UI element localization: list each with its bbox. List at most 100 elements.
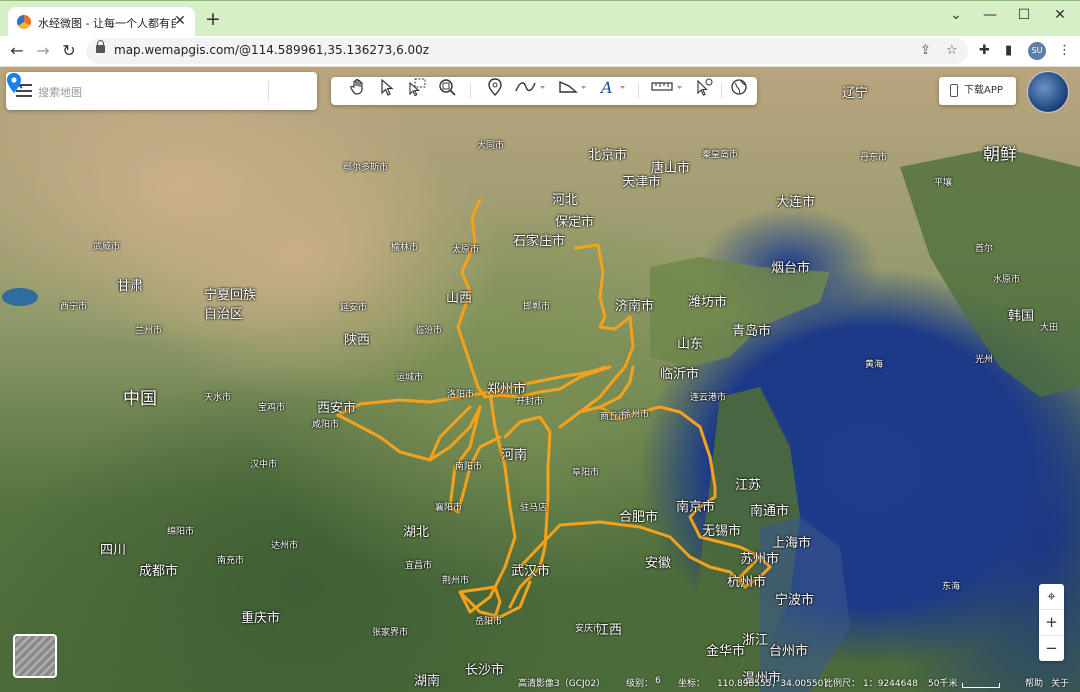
about-link[interactable]: 关于 [1051, 676, 1069, 689]
close-window-button[interactable]: ✕ [1044, 5, 1076, 25]
map-label-city: 金华市 [706, 644, 746, 659]
map-label-province: 河北 [552, 193, 579, 208]
zoom-box-icon[interactable] [437, 77, 457, 97]
polyline-icon[interactable] [514, 77, 546, 97]
map-label-city: 临汾市 [415, 326, 443, 336]
side-panel-icon[interactable]: ▮ [1005, 43, 1012, 58]
globe-icon[interactable] [729, 77, 749, 97]
map-label-city: 西宁市 [60, 302, 88, 312]
map-label-province: 湖北 [403, 525, 430, 540]
text-icon[interactable]: A [599, 77, 629, 97]
map-label-city: 南京市 [676, 500, 716, 515]
download-app-button[interactable]: 下载APP [939, 77, 1016, 105]
map-overlay [2, 147, 1080, 692]
map-search-box [6, 72, 317, 110]
map-label-city: 安庆市 [575, 624, 603, 634]
back-button[interactable]: ← [5, 39, 29, 63]
phone-icon [950, 84, 958, 97]
tab-title: 水经微图 - 让每一个人都有自己 [38, 17, 176, 30]
zoom-out-button[interactable]: − [1039, 636, 1064, 661]
divider [470, 84, 471, 98]
map-label-province: 甘肃 [117, 279, 144, 294]
map-label-city: 鄂尔多斯市 [343, 163, 389, 173]
map-canvas[interactable]: 中国 朝鲜 韩国 黄海 东海 河北 山西 陕西 河南 湖北 湖南 安徽 江苏 山… [0, 67, 1080, 692]
map-label-city: 光州 [975, 355, 994, 365]
browser-toolbar: ← → ↻ map.wemapgis.com/@114.589961,35.13… [0, 36, 1080, 67]
select-icon[interactable] [407, 77, 427, 97]
map-label-city: 唐山市 [651, 161, 691, 176]
map-label-city: 邯郸市 [523, 302, 551, 312]
menu-kebab-icon[interactable]: ⋮ [1058, 43, 1071, 58]
map-label-city: 宁波市 [775, 593, 815, 608]
address-bar[interactable]: map.wemapgis.com/@114.589961,35.136273,6… [86, 38, 968, 64]
map-label-city: 阜阳市 [572, 468, 600, 478]
ruler-icon[interactable] [651, 77, 687, 97]
map-label-city: 上海市 [772, 536, 812, 551]
map-label-city: 台州市 [769, 644, 809, 659]
map-label-city: 潍坊市 [688, 295, 728, 310]
map-label-city: 石家庄市 [513, 234, 566, 249]
divider [721, 84, 722, 98]
map-label-city: 丹东市 [860, 153, 888, 163]
profile-avatar[interactable]: SU [1028, 42, 1046, 60]
hand-pan-icon[interactable] [348, 77, 368, 97]
lock-icon [96, 40, 105, 53]
browser-tab-bar: 水经微图 - 让每一个人都有自己 ✕ + ⌄ — ☐ ✕ [0, 0, 1080, 37]
scale-value: 1：9244648 [863, 679, 918, 689]
map-label-city: 无锡市 [702, 524, 742, 539]
polygon-icon[interactable] [557, 77, 589, 97]
map-label-city: 宜昌市 [405, 561, 433, 571]
reload-button[interactable]: ↻ [57, 39, 81, 63]
map-label-city: 运城市 [396, 373, 424, 383]
location-marker-icon[interactable] [6, 72, 22, 94]
map-label-city: 大田 [1040, 323, 1059, 333]
map-label-city: 成都市 [139, 564, 179, 579]
zoom-in-button[interactable]: + [1039, 610, 1064, 636]
map-label-city: 开封市 [516, 397, 544, 407]
forward-button[interactable]: → [31, 39, 55, 63]
bookmark-star-icon[interactable]: ☆ [946, 43, 958, 58]
map-label-city: 驻马店 [520, 503, 548, 513]
map-label-city: 青岛市 [732, 324, 772, 339]
map-label-sea: 东海 [942, 582, 961, 592]
imagery-source: 高清影像3（GCJ02） [518, 679, 606, 689]
map-label-city: 杭州市 [727, 575, 767, 590]
pick-icon[interactable] [694, 77, 714, 97]
map-label-city: 武威市 [93, 242, 121, 252]
map-label-city: 榆林市 [391, 243, 419, 253]
map-label-province: 山东 [677, 337, 704, 352]
site-favicon-icon [17, 15, 31, 29]
map-label-province: 四川 [100, 543, 127, 558]
locate-me-icon[interactable]: ⌖ [1039, 584, 1064, 610]
share-icon[interactable]: ⇪ [920, 43, 931, 58]
zoom-controls: ⌖ + − [1039, 584, 1064, 661]
new-tab-button[interactable]: + [205, 7, 221, 31]
map-label-province: 江苏 [735, 478, 762, 493]
url-text: map.wemapgis.com/@114.589961,35.136273,6… [114, 43, 430, 57]
map-label-country: 中国 [123, 389, 157, 409]
map-label-city: 秦皇岛市 [702, 150, 739, 160]
pointer-icon[interactable] [379, 77, 395, 97]
globe-mode-toggle[interactable] [1027, 71, 1069, 113]
extensions-icon[interactable]: ✚ [979, 43, 990, 58]
map-label-city: 大同市 [477, 141, 505, 151]
chevron-down-icon[interactable]: ⌄ [940, 5, 972, 25]
map-label-city: 重庆市 [241, 611, 281, 626]
search-input[interactable] [36, 81, 230, 103]
help-link[interactable]: 帮助 [1025, 676, 1043, 689]
maximize-button[interactable]: ☐ [1008, 5, 1040, 25]
map-label-province: 宁夏回族自治区 [204, 288, 257, 322]
browser-tab[interactable]: 水经微图 - 让每一个人都有自己 ✕ [8, 7, 195, 37]
map-label-sea: 黄海 [865, 360, 884, 370]
map-label-province: 安徽 [645, 556, 672, 571]
map-label-province: 河南 [501, 448, 528, 463]
map-label-city: 大连市 [776, 195, 816, 210]
map-label-city: 南通市 [750, 504, 790, 519]
location-pin-icon[interactable] [486, 77, 504, 97]
minimize-button[interactable]: — [974, 5, 1006, 25]
map-label-city: 太原市 [452, 245, 480, 255]
close-tab-icon[interactable]: ✕ [171, 12, 189, 30]
map-label-city: 延安市 [340, 303, 368, 313]
map-label-country: 朝鲜 [983, 145, 1017, 165]
map-label-city: 荆州市 [442, 576, 470, 586]
